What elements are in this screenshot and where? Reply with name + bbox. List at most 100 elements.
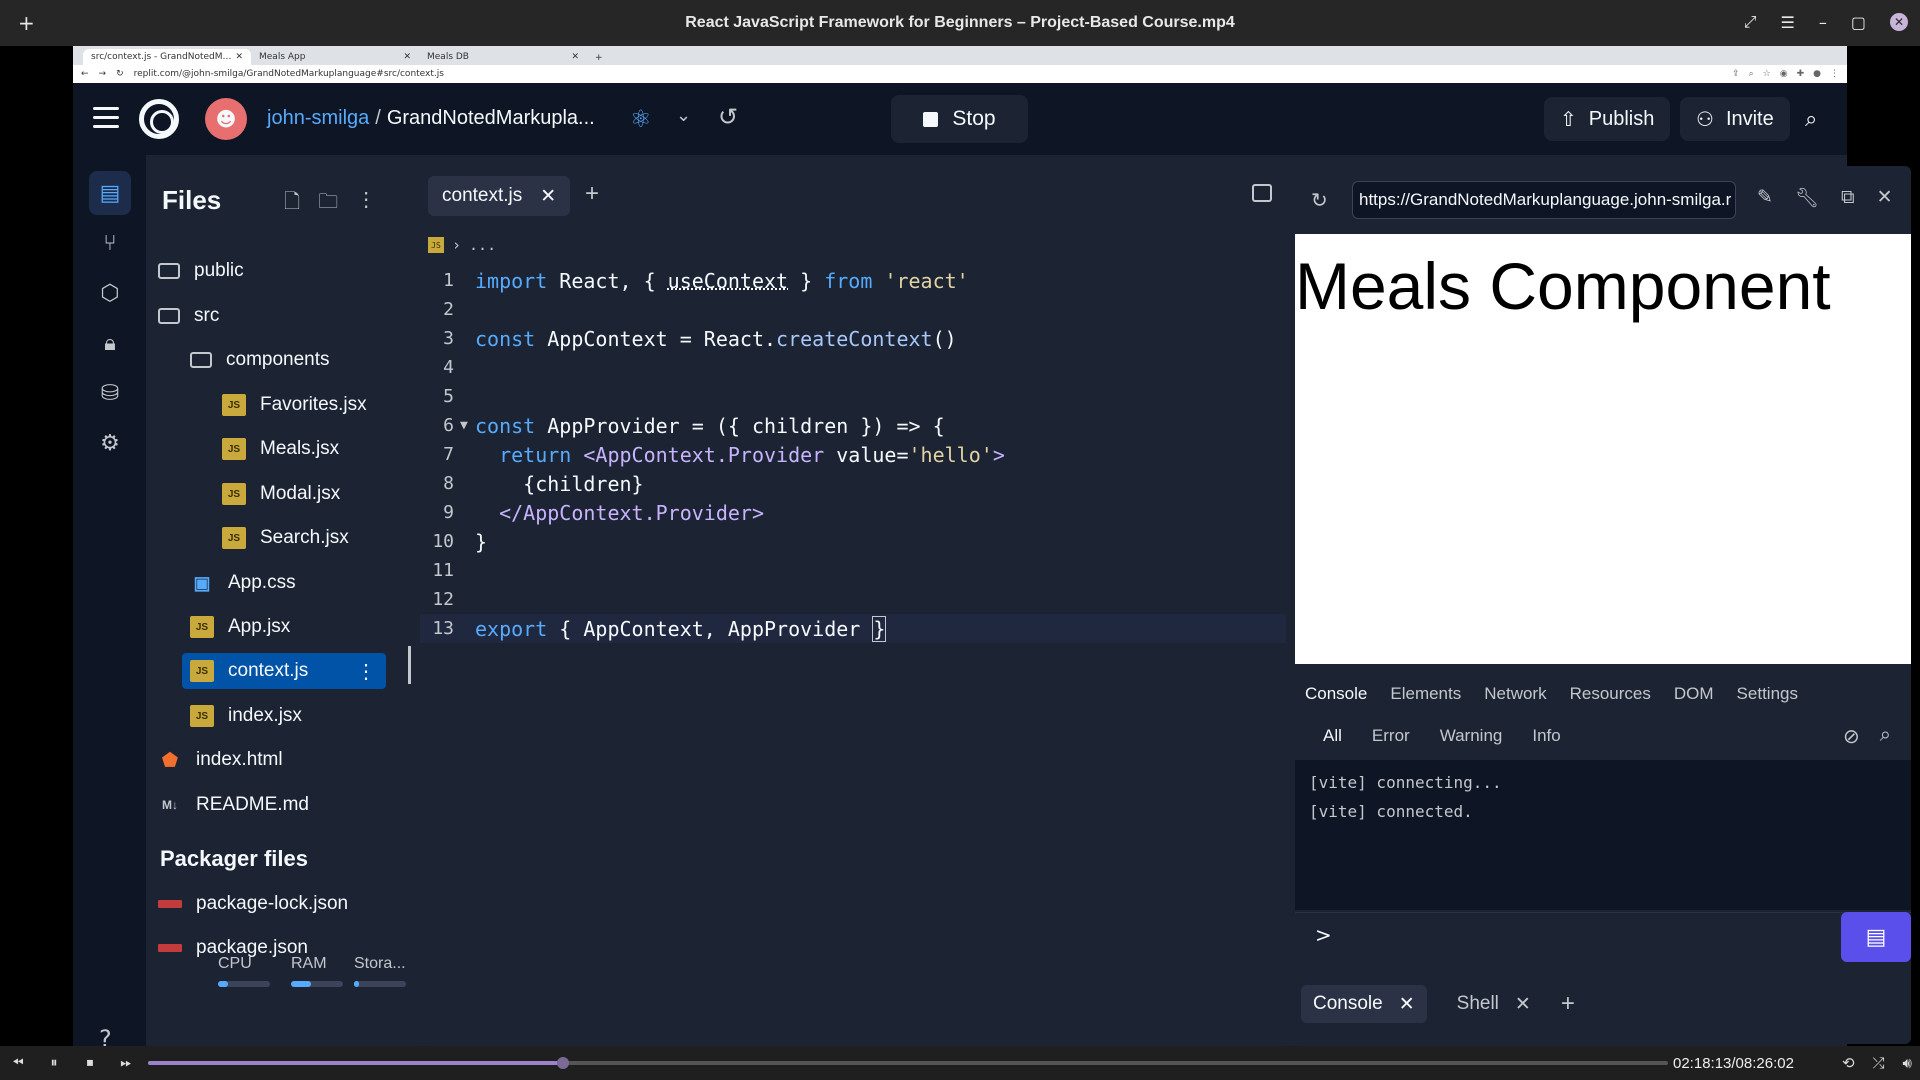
menu-icon[interactable]: ☰: [1781, 13, 1795, 32]
more-icon[interactable]: ⋮: [356, 659, 376, 684]
back-icon[interactable]: ←: [81, 69, 89, 79]
tree-file-app-css[interactable]: ▣ App.css: [190, 565, 295, 601]
stop-icon[interactable]: ⏹︎: [72, 1055, 108, 1071]
close-icon[interactable]: ✕: [571, 52, 579, 62]
new-tab-icon[interactable]: +: [587, 51, 611, 65]
fold-icon[interactable]: ▼: [460, 418, 475, 433]
maximize-icon[interactable]: ▢: [1851, 13, 1866, 32]
new-folder-icon[interactable]: 🗀︎: [318, 187, 338, 221]
share-icon[interactable]: ⇪: [1732, 69, 1740, 79]
pause-icon[interactable]: ⏸︎: [36, 1055, 72, 1071]
editor-menu-icon[interactable]: [1252, 184, 1272, 202]
rewind-icon[interactable]: ⏪︎: [0, 1055, 36, 1071]
tree-folder-public[interactable]: public: [158, 253, 244, 289]
history-icon[interactable]: ↺: [718, 103, 738, 131]
fullscreen-icon[interactable]: ⤢: [1744, 12, 1757, 32]
clear-icon[interactable]: ⊘: [1843, 724, 1860, 749]
tree-folder-components[interactable]: components: [190, 342, 330, 378]
add-tab-icon[interactable]: +: [585, 180, 599, 208]
tab-console-pane[interactable]: Console ✕: [1301, 985, 1427, 1023]
search-icon[interactable]: ⌕: [1880, 724, 1891, 749]
tree-file-modal[interactable]: JS Modal.jsx: [222, 476, 340, 512]
extension-icon[interactable]: ◉: [1780, 69, 1788, 79]
stop-button[interactable]: Stop: [891, 95, 1028, 143]
filter-warning[interactable]: Warning: [1440, 726, 1503, 746]
tree-file-meals[interactable]: JS Meals.jsx: [222, 431, 339, 467]
fast-forward-icon[interactable]: ⏩︎: [108, 1055, 144, 1071]
tab-settings[interactable]: Settings: [1737, 684, 1798, 704]
browser-tab[interactable]: src/context.js - GrandNotedM… ✕: [83, 49, 251, 65]
volume-icon[interactable]: 🔊︎: [1903, 1054, 1912, 1072]
edit-icon[interactable]: ✎: [1757, 186, 1773, 209]
version-control-icon[interactable]: ⑂: [89, 221, 131, 265]
puzzle-icon[interactable]: ✚: [1797, 69, 1805, 79]
tree-file-index-html[interactable]: ⬟ index.html: [158, 742, 282, 778]
new-file-icon[interactable]: 🗋︎: [284, 187, 300, 221]
menu-icon[interactable]: [93, 107, 119, 134]
reload-icon[interactable]: ↻: [116, 69, 124, 79]
more-icon[interactable]: ⋮: [1830, 69, 1839, 79]
splitter-handle[interactable]: [408, 646, 411, 684]
tree-file-package-lock[interactable]: package-lock.json: [158, 886, 348, 922]
code-lines[interactable]: 1 import React, { useContext } from 'reac…: [420, 266, 1286, 643]
zoom-icon[interactable]: ⌕: [1749, 69, 1754, 79]
devtools-icon[interactable]: 🔧︎: [1795, 186, 1819, 209]
database-icon[interactable]: ⛁: [89, 371, 131, 415]
close-icon[interactable]: ✕: [540, 185, 556, 208]
shuffle-icon[interactable]: ⤮: [1873, 1054, 1885, 1072]
publish-button[interactable]: ⇧ Publish: [1544, 97, 1671, 141]
add-tab-icon[interactable]: +: [1561, 990, 1575, 1018]
tree-file-app-jsx[interactable]: JS App.jsx: [190, 609, 290, 645]
search-icon[interactable]: ⌕: [1805, 107, 1817, 132]
tree-file-readme[interactable]: M↓ README.md: [158, 787, 309, 823]
avatar[interactable]: ☻: [205, 98, 247, 140]
replit-logo-icon[interactable]: [139, 99, 179, 139]
editor-tab[interactable]: context.js ✕: [428, 176, 571, 216]
lock-icon[interactable]: 🔒︎: [89, 321, 131, 365]
tree-file-favorites[interactable]: JS Favorites.jsx: [222, 387, 367, 423]
webview-url-field[interactable]: https://GrandNotedMarkuplanguage.john-sm…: [1352, 181, 1736, 219]
seek-bar[interactable]: [148, 1057, 1668, 1069]
tab-shell-pane[interactable]: Shell ✕: [1445, 985, 1543, 1023]
tree-file-context[interactable]: JS context.js ⋮: [182, 653, 386, 689]
browser-tab[interactable]: Meals DB ✕: [419, 49, 587, 65]
gear-icon[interactable]: ⚙: [89, 421, 131, 465]
invite-button[interactable]: ⚇ Invite: [1680, 97, 1790, 141]
close-icon[interactable]: ✕: [1877, 186, 1893, 209]
storage-meter[interactable]: Stora...: [354, 955, 406, 987]
seek-handle[interactable]: [556, 1057, 569, 1069]
ram-meter[interactable]: RAM: [291, 955, 343, 987]
add-icon[interactable]: +: [18, 11, 35, 35]
close-icon[interactable]: ✕: [235, 52, 243, 62]
close-icon[interactable]: ✕: [1399, 993, 1415, 1016]
repeat-icon[interactable]: ⟲: [1842, 1054, 1855, 1072]
tab-elements[interactable]: Elements: [1390, 684, 1461, 704]
tab-console[interactable]: Console: [1305, 684, 1367, 704]
browser-url[interactable]: replit.com/@john-smilga/GrandNotedMarkup…: [134, 69, 1722, 79]
profile-icon[interactable]: ●: [1813, 69, 1821, 79]
tree-file-search[interactable]: JS Search.jsx: [222, 520, 349, 556]
browser-tab[interactable]: Meals App ✕: [251, 49, 419, 65]
cpu-meter[interactable]: CPU: [218, 955, 270, 987]
files-icon[interactable]: ▤: [89, 171, 131, 215]
minimize-icon[interactable]: –: [1819, 13, 1827, 32]
close-icon[interactable]: ✕: [1890, 13, 1908, 31]
filter-all[interactable]: All: [1323, 726, 1342, 746]
reload-icon[interactable]: ↻: [1311, 188, 1328, 212]
chat-button[interactable]: ▤: [1841, 912, 1911, 962]
filter-info[interactable]: Info: [1532, 726, 1560, 746]
repl-name[interactable]: GrandNotedMarkupla...: [387, 107, 595, 129]
filter-error[interactable]: Error: [1372, 726, 1410, 746]
chevron-down-icon[interactable]: ⌄: [676, 105, 691, 126]
packages-icon[interactable]: ⬡: [89, 271, 131, 315]
open-new-tab-icon[interactable]: ⧉: [1841, 186, 1855, 209]
tree-folder-src[interactable]: src: [158, 298, 219, 334]
close-icon[interactable]: ✕: [1515, 993, 1531, 1016]
breadcrumb-user[interactable]: john-smilga: [267, 107, 369, 129]
console-input[interactable]: >: [1295, 912, 1911, 956]
star-icon[interactable]: ☆: [1763, 69, 1771, 79]
more-icon[interactable]: ⋮: [356, 187, 376, 221]
webview-content[interactable]: Meals Component: [1295, 234, 1911, 664]
tab-network[interactable]: Network: [1484, 684, 1546, 704]
tree-file-index-jsx[interactable]: JS index.jsx: [190, 698, 302, 734]
